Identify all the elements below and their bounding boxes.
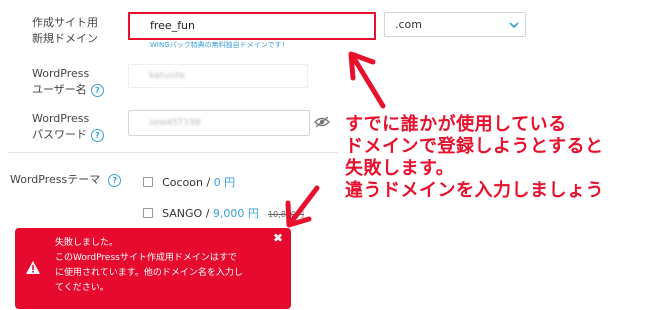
wp-pass-input[interactable]: sew45T198 bbox=[128, 110, 310, 136]
wp-pass-label: WordPress パスワード? bbox=[32, 111, 104, 143]
checkbox[interactable] bbox=[143, 176, 153, 187]
wp-user-value: katusite bbox=[149, 71, 186, 81]
tld-select-value: .com bbox=[395, 18, 422, 31]
toast-text: 失敗しました。 このWordPressサイト作成用ドメインはすで に使用されてい… bbox=[55, 238, 243, 293]
arrow-icon bbox=[348, 51, 386, 109]
close-icon[interactable]: ✖ bbox=[273, 231, 283, 245]
help-icon[interactable]: ? bbox=[91, 128, 104, 142]
eye-slash-icon[interactable] bbox=[314, 116, 330, 128]
warning-icon bbox=[26, 261, 40, 274]
domain-label: 作成サイト用 新規ドメイン bbox=[32, 16, 98, 45]
annotation-text: すでに誰かが使用している ドメインで登録しようとすると 失敗します。 違うドメイ… bbox=[345, 114, 604, 201]
chevron-down-icon bbox=[509, 22, 519, 29]
theme-option-sango[interactable]: SANGO / 9,000 円 10,800円 bbox=[143, 202, 304, 221]
wp-user-label: WordPress ユーザー名? bbox=[32, 66, 104, 98]
help-icon[interactable]: ? bbox=[108, 173, 122, 187]
toast-title: 失敗しました。 bbox=[55, 238, 119, 248]
theme-label: WordPressテーマ? bbox=[10, 172, 122, 188]
domain-input[interactable]: free_fun bbox=[128, 12, 376, 40]
wp-user-input[interactable]: katusite bbox=[128, 64, 308, 88]
arrow-icon bbox=[285, 185, 320, 228]
divider bbox=[8, 152, 338, 153]
error-toast: 失敗しました。 このWordPressサイト作成用ドメインはすで に使用されてい… bbox=[15, 228, 291, 309]
domain-input-value: free_fun bbox=[150, 19, 196, 32]
theme-option-cocoon[interactable]: Cocoon / 0 円 bbox=[143, 171, 235, 190]
wp-pass-value: sew45T198 bbox=[149, 118, 201, 128]
domain-hint: WINGパック特典の無料独自ドメインです！ bbox=[150, 41, 289, 49]
help-icon[interactable]: ? bbox=[90, 83, 104, 97]
checkbox[interactable] bbox=[143, 207, 153, 218]
tld-select[interactable]: .com bbox=[384, 12, 526, 37]
